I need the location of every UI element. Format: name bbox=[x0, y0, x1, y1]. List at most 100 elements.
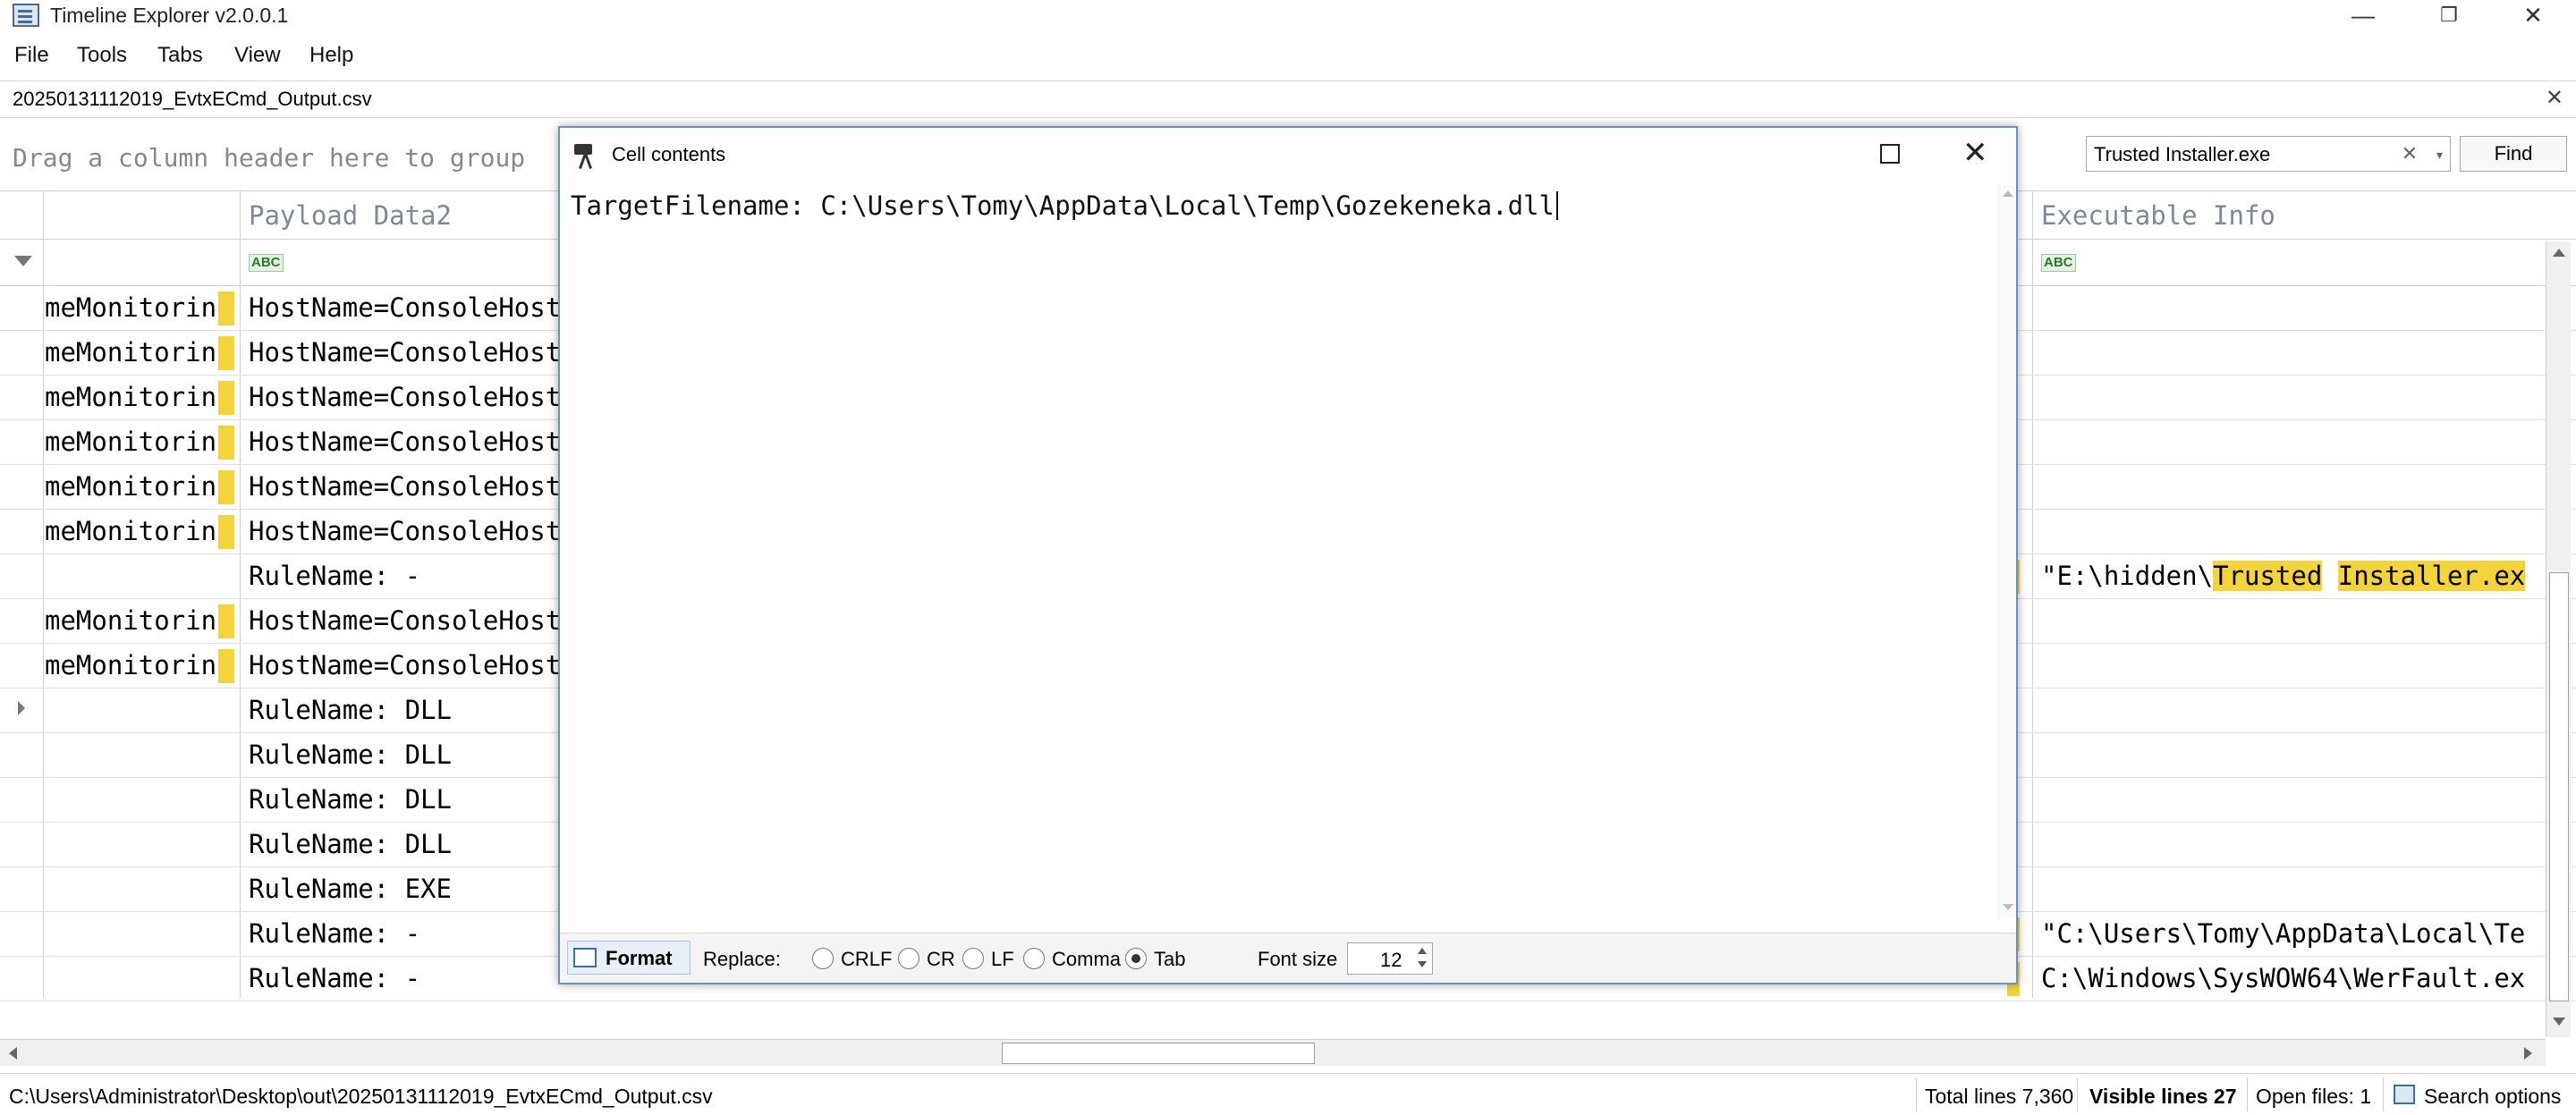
group-hint: Drag a column header here to group bbox=[13, 143, 526, 173]
maximize-icon[interactable] bbox=[1880, 144, 1900, 164]
table-cell[interactable]: meMonitorin bbox=[45, 427, 233, 457]
status-file-path: C:\Users\Administrator\Desktop\out\20250… bbox=[9, 1085, 713, 1108]
spin-down-icon[interactable] bbox=[1418, 961, 1427, 967]
dialog-footer: Format Replace: CRLF CR LF Comma Tab Fon… bbox=[560, 933, 2016, 983]
status-open-files: Open files: 1 bbox=[2256, 1085, 2372, 1108]
radio-tab[interactable] bbox=[1125, 948, 1147, 969]
menu-tools[interactable]: Tools bbox=[77, 43, 127, 68]
table-cell[interactable]: meMonitorin bbox=[45, 471, 233, 502]
menu-help[interactable]: Help bbox=[309, 43, 353, 68]
radio-comma[interactable] bbox=[1023, 948, 1045, 969]
radio-cr[interactable] bbox=[898, 948, 919, 969]
font-size-value[interactable]: 12 bbox=[1380, 949, 1402, 972]
table-cell[interactable]: HostName=ConsoleHost bbox=[249, 650, 562, 680]
table-cell[interactable]: HostName=ConsoleHost bbox=[249, 292, 562, 323]
file-tab-close-icon[interactable]: ✕ bbox=[2546, 85, 2563, 111]
table-cell[interactable]: RuleName: - bbox=[249, 561, 562, 591]
scroll-up-arrow-icon[interactable] bbox=[2553, 249, 2565, 257]
table-cell[interactable]: RuleName: DLL bbox=[249, 829, 562, 859]
table-cell[interactable]: meMonitorin bbox=[45, 292, 233, 323]
search-value[interactable]: Trusted Installer.exe bbox=[2094, 143, 2270, 166]
radio-lf[interactable] bbox=[962, 948, 984, 969]
vertical-scroll-thumb[interactable] bbox=[2549, 572, 2569, 1001]
status-divider bbox=[2247, 1077, 2248, 1111]
radio-comma-label[interactable]: Comma bbox=[1052, 948, 1121, 971]
scroll-left-arrow-icon[interactable] bbox=[9, 1047, 17, 1060]
dialog-title: Cell contents bbox=[612, 143, 726, 165]
spin-up-icon[interactable] bbox=[1418, 948, 1427, 954]
table-cell[interactable]: RuleName: DLL bbox=[249, 695, 562, 725]
close-button[interactable]: ✕ bbox=[2490, 0, 2576, 33]
truncation-marker bbox=[218, 604, 234, 638]
table-cell[interactable]: meMonitorin bbox=[45, 650, 233, 680]
dialog-vertical-scrollbar[interactable] bbox=[1998, 185, 2016, 918]
table-cell[interactable]: meMonitorin bbox=[45, 337, 233, 367]
text-filter-icon[interactable]: ABC bbox=[249, 254, 284, 272]
scroll-down-arrow-icon[interactable] bbox=[2553, 1018, 2565, 1026]
window-title: Timeline Explorer v2.0.0.1 bbox=[50, 4, 289, 27]
table-cell[interactable]: RuleName: EXE bbox=[249, 874, 562, 904]
table-cell[interactable]: HostName=ConsoleHost bbox=[249, 337, 562, 367]
cell-contents-value[interactable]: TargetFilename: C:\Users\Tomy\AppData\Lo… bbox=[571, 190, 1555, 221]
scroll-right-arrow-icon[interactable] bbox=[2524, 1047, 2532, 1060]
table-cell[interactable]: RuleName: - bbox=[249, 963, 562, 993]
current-row-indicator-icon bbox=[18, 701, 25, 715]
radio-cr-label[interactable]: CR bbox=[927, 948, 955, 971]
file-tab[interactable]: 20250131112019_EvtxECmd_Output.csv ✕ bbox=[0, 80, 2576, 118]
table-cell[interactable]: RuleName: - bbox=[249, 918, 562, 949]
table-cell-executable-info[interactable]: "C:\Users\Tomy\AppData\Local\Te bbox=[2041, 918, 2542, 949]
column-header-executable-info[interactable]: Executable Info bbox=[2041, 200, 2275, 231]
table-cell[interactable]: HostName=ConsoleHost bbox=[249, 427, 562, 457]
table-cell-executable-info[interactable]: "E:\hidden\Trusted Installer.ex bbox=[2041, 561, 2542, 591]
scroll-up-arrow-icon[interactable] bbox=[2003, 190, 2013, 197]
minimize-button[interactable]: — bbox=[2320, 0, 2406, 33]
table-cell[interactable]: RuleName: DLL bbox=[249, 784, 562, 815]
vertical-scrollbar[interactable] bbox=[2546, 241, 2571, 1037]
text-caret bbox=[1555, 191, 1558, 220]
cell-contents-textarea[interactable]: TargetFilename: C:\Users\Tomy\AppData\Lo… bbox=[562, 180, 1998, 918]
cell-text: "E:\hidden\ bbox=[2041, 561, 2214, 591]
search-dropdown-icon[interactable]: ▾ bbox=[2436, 148, 2443, 163]
table-cell[interactable]: meMonitorin bbox=[45, 605, 233, 636]
restore-button[interactable]: ❐ bbox=[2406, 0, 2492, 33]
menu-file[interactable]: File bbox=[14, 43, 49, 68]
find-button[interactable]: Find bbox=[2460, 136, 2567, 172]
table-cell[interactable]: HostName=ConsoleHost bbox=[249, 382, 562, 412]
horizontal-scroll-thumb[interactable] bbox=[1002, 1043, 1315, 1064]
status-divider bbox=[2383, 1077, 2384, 1111]
radio-tab-label[interactable]: Tab bbox=[1154, 948, 1185, 971]
menu-view[interactable]: View bbox=[234, 43, 281, 68]
table-cell[interactable]: HostName=ConsoleHost bbox=[249, 471, 562, 502]
telescope-icon bbox=[574, 144, 603, 169]
horizontal-scrollbar[interactable] bbox=[0, 1039, 2546, 1066]
dialog-title-bar[interactable]: Cell contents ✕ bbox=[560, 128, 2016, 180]
menu-tabs[interactable]: Tabs bbox=[157, 43, 203, 68]
format-icon bbox=[573, 948, 597, 967]
search-options-button[interactable]: Search options bbox=[2424, 1085, 2561, 1109]
table-cell[interactable]: meMonitorin bbox=[45, 382, 233, 412]
search-clear-icon[interactable]: ✕ bbox=[2402, 142, 2418, 165]
table-cell[interactable]: RuleName: DLL bbox=[249, 739, 562, 770]
file-tab-label[interactable]: 20250131112019_EvtxECmd_Output.csv bbox=[13, 88, 372, 111]
format-button[interactable]: Format bbox=[567, 941, 691, 975]
format-label: Format bbox=[606, 947, 673, 969]
text-filter-icon[interactable]: ABC bbox=[2041, 254, 2076, 272]
table-cell[interactable]: HostName=ConsoleHost bbox=[249, 605, 562, 636]
filter-icon[interactable] bbox=[14, 256, 32, 266]
cell-contents-dialog[interactable]: Cell contents ✕ TargetFilename: C:\Users… bbox=[558, 126, 2018, 984]
radio-lf-label[interactable]: LF bbox=[991, 948, 1014, 971]
radio-crlf-label[interactable]: CRLF bbox=[841, 948, 892, 971]
status-divider bbox=[2077, 1077, 2078, 1111]
font-size-stepper[interactable]: 12 bbox=[1347, 942, 1433, 975]
cell-contents-text[interactable]: TargetFilename: C:\Users\Tomy\AppData\Lo… bbox=[571, 190, 1558, 221]
search-options-icon[interactable] bbox=[2394, 1085, 2415, 1104]
scroll-down-arrow-icon[interactable] bbox=[2003, 904, 2013, 910]
dialog-close-icon[interactable]: ✕ bbox=[1962, 135, 1988, 171]
column-header-payload-data2[interactable]: Payload Data2 bbox=[249, 200, 452, 231]
table-cell[interactable]: meMonitorin bbox=[45, 516, 233, 546]
search-input[interactable]: Trusted Installer.exe ✕ ▾ bbox=[2086, 136, 2451, 172]
radio-crlf[interactable] bbox=[812, 948, 834, 969]
table-cell[interactable]: HostName=ConsoleHost bbox=[249, 516, 562, 546]
table-cell-executable-info[interactable]: C:\Windows\SysWOW64\WerFault.ex bbox=[2041, 963, 2542, 993]
status-total-lines: Total lines 7,360 bbox=[1925, 1085, 2074, 1108]
